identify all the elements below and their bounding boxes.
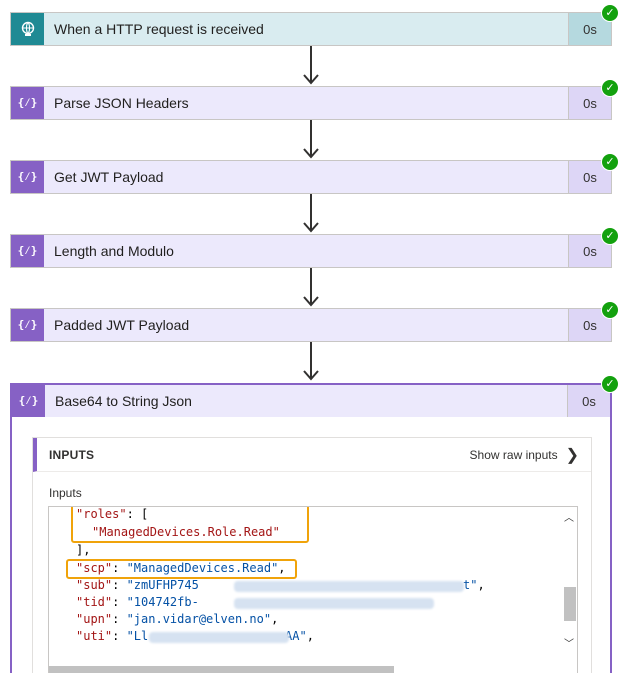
step-header[interactable]: {⁄} Base64 to String Json 0s xyxy=(12,385,610,417)
step-length-and-modulo[interactable]: {⁄} Length and Modulo 0s xyxy=(10,234,612,268)
step-title: Parse JSON Headers xyxy=(54,95,189,111)
success-check-icon: ✓ xyxy=(602,154,618,170)
step-title: Get JWT Payload xyxy=(54,169,164,185)
code-line-end: t", xyxy=(463,578,485,592)
globe-icon xyxy=(11,13,44,45)
step-padded-jwt-payload[interactable]: {⁄} Padded JWT Payload 0s xyxy=(10,308,612,342)
connector-arrow-icon xyxy=(303,342,319,381)
connector-arrow-icon xyxy=(303,268,319,307)
redacted-region xyxy=(234,598,434,609)
step-base64-to-string-json[interactable]: {⁄} Base64 to String Json 0s INPUTS Show… xyxy=(10,383,612,673)
success-check-icon: ✓ xyxy=(602,5,618,21)
inputs-header: INPUTS xyxy=(49,447,95,462)
curly-braces-icon: {⁄} xyxy=(11,309,44,341)
step-title: Base64 to String Json xyxy=(55,393,192,409)
code-line: "tid": "104742fb- xyxy=(76,595,199,609)
curly-braces-icon: {⁄} xyxy=(12,385,45,417)
success-check-icon: ✓ xyxy=(602,80,618,96)
show-raw-inputs-link[interactable]: Show raw inputs ❯ xyxy=(470,445,579,465)
step-get-jwt-payload[interactable]: {⁄} Get JWT Payload 0s xyxy=(10,160,612,194)
success-check-icon: ✓ xyxy=(602,302,618,318)
inputs-card: INPUTS Show raw inputs ❯ Inputs "roles":… xyxy=(32,437,592,673)
scroll-down-icon[interactable]: ﹀ xyxy=(564,635,574,650)
curly-braces-icon: {⁄} xyxy=(11,235,44,267)
scroll-thumb[interactable] xyxy=(564,587,576,621)
step-parse-json-headers[interactable]: {⁄} Parse JSON Headers 0s xyxy=(10,86,612,120)
curly-braces-icon: {⁄} xyxy=(11,161,44,193)
code-line: "upn": "jan.vidar@elven.no", xyxy=(76,612,279,626)
scroll-up-icon[interactable]: ︿ xyxy=(564,509,574,524)
connector-arrow-icon xyxy=(303,120,319,159)
step-title: When a HTTP request is received xyxy=(54,21,264,37)
code-line: ], xyxy=(76,543,91,557)
step-title: Length and Modulo xyxy=(54,243,174,259)
highlight-roles xyxy=(71,507,309,543)
curly-braces-icon: {⁄} xyxy=(11,87,44,119)
horizontal-scrollbar[interactable] xyxy=(49,666,394,673)
connector-arrow-icon xyxy=(303,46,319,85)
inputs-header-bar: INPUTS Show raw inputs ❯ xyxy=(33,438,591,472)
success-check-icon: ✓ xyxy=(602,376,618,392)
connector-arrow-icon xyxy=(303,194,319,233)
success-check-icon: ✓ xyxy=(602,228,618,244)
code-line: "sub": "zmUFHP745 xyxy=(76,578,199,592)
chevron-right-icon: ❯ xyxy=(565,446,579,464)
step-http-trigger[interactable]: When a HTTP request is received 0s xyxy=(10,12,612,46)
show-raw-inputs-label: Show raw inputs xyxy=(469,447,558,462)
inputs-code-viewer[interactable]: "roles": [ "ManagedDevices.Role.Read" ],… xyxy=(48,506,578,673)
highlight-scp xyxy=(66,559,297,579)
code-line-end: AA", xyxy=(285,629,314,643)
vertical-scrollbar[interactable]: ︿ ﹀ xyxy=(561,507,577,673)
redacted-region xyxy=(234,581,464,592)
step-title: Padded JWT Payload xyxy=(54,317,190,333)
inputs-label: Inputs xyxy=(49,486,82,500)
redacted-region xyxy=(149,632,289,643)
code-line: "uti": "Ll xyxy=(76,629,149,643)
